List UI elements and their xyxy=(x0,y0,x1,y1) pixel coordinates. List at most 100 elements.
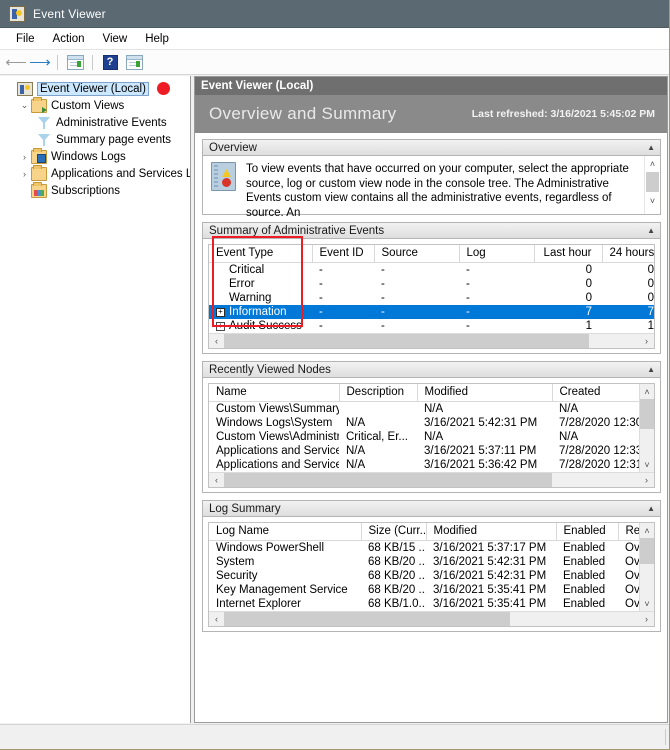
table-row[interactable]: Custom Views\Summary... N/A N/A xyxy=(209,402,654,417)
expand-icon[interactable]: + xyxy=(216,307,225,317)
scroll-left-icon[interactable]: ‹ xyxy=(209,472,224,487)
table-row[interactable]: Security 68 KB/20 ... 3/16/2021 5:42:31 … xyxy=(209,569,654,583)
summary-horizontal-scrollbar[interactable]: ‹ › xyxy=(209,333,654,348)
sidebar-item-applications-and-services-logs[interactable]: › Applications and Services Logs xyxy=(2,164,190,182)
section-title: Log Summary xyxy=(209,502,281,515)
scroll-track[interactable] xyxy=(224,472,639,487)
expand-icon[interactable]: + xyxy=(216,321,225,331)
scroll-down-icon[interactable]: ˅ xyxy=(645,193,660,208)
scroll-track[interactable] xyxy=(639,538,654,596)
section-recently-viewed-header[interactable]: Recently Viewed Nodes ▲ xyxy=(202,361,661,378)
recently-viewed-grid[interactable]: Name Description Modified Created Custom… xyxy=(208,383,655,488)
collapse-icon[interactable]: ▲ xyxy=(647,143,655,152)
chevron-right-icon[interactable]: › xyxy=(18,150,31,163)
column-header-size[interactable]: Size (Curr... xyxy=(361,523,427,541)
column-header-log[interactable]: Log xyxy=(459,245,535,263)
scroll-thumb[interactable] xyxy=(639,399,654,429)
scroll-right-icon[interactable]: › xyxy=(639,472,654,487)
table-row[interactable]: Windows PowerShell 68 KB/15 ... 3/16/202… xyxy=(209,541,654,556)
sidebar-item-label: Subscriptions xyxy=(51,184,121,197)
collapse-icon[interactable]: ▲ xyxy=(647,365,655,374)
table-row[interactable]: Key Management Service 68 KB/20 ... 3/16… xyxy=(209,583,654,597)
scroll-thumb[interactable] xyxy=(224,333,590,348)
table-row[interactable]: Custom Views\Administr... Critical, Er..… xyxy=(209,430,654,444)
sidebar-item-summary-page-events[interactable]: Summary page events xyxy=(2,131,190,148)
sidebar-item-subscriptions[interactable]: › Subscriptions xyxy=(2,181,190,199)
scroll-thumb[interactable] xyxy=(224,611,511,626)
column-header-24-hours[interactable]: 24 hours xyxy=(602,245,654,263)
scroll-down-icon[interactable]: ˅ xyxy=(640,596,655,611)
sidebar-item-event-viewer-local[interactable]: › Event Viewer (Local) xyxy=(2,80,190,97)
cell-enabled: Enabled xyxy=(563,598,606,610)
back-button[interactable]: ⟵ xyxy=(5,52,27,73)
column-header-name[interactable]: Name xyxy=(209,384,340,402)
scroll-left-icon[interactable]: ‹ xyxy=(209,333,224,348)
cell-24-hours: 1 xyxy=(647,320,654,332)
column-header-modified[interactable]: Modified xyxy=(417,384,553,402)
collapse-icon[interactable]: ▲ xyxy=(647,504,655,513)
column-header-event-id[interactable]: Event ID xyxy=(312,245,375,263)
menu-view[interactable]: View xyxy=(94,31,137,47)
table-row[interactable]: System 68 KB/20 ... 3/16/2021 5:42:31 PM… xyxy=(209,555,654,569)
section-log-summary-header[interactable]: Log Summary ▲ xyxy=(202,500,661,517)
cell-log: - xyxy=(466,292,470,304)
cell-last-hour: 0 xyxy=(585,278,592,290)
overview-vertical-scrollbar[interactable]: ˄ ˅ xyxy=(644,156,660,214)
scroll-thumb[interactable] xyxy=(224,472,552,487)
table-row[interactable]: Windows Logs\System N/A 3/16/2021 5:42:3… xyxy=(209,416,654,430)
scroll-up-icon[interactable]: ˄ xyxy=(640,523,655,538)
menu-file[interactable]: File xyxy=(7,31,44,47)
help-button[interactable]: ? xyxy=(99,52,121,73)
recently-viewed-horizontal-scrollbar[interactable]: ‹ › xyxy=(209,472,654,487)
section-summary-header[interactable]: Summary of Administrative Events ▲ xyxy=(202,222,661,239)
scroll-down-icon[interactable]: ˅ xyxy=(640,457,655,472)
collapse-icon[interactable]: ▲ xyxy=(647,226,655,235)
log-summary-vertical-scrollbar[interactable]: ˄ ˅ xyxy=(639,523,654,611)
column-header-log-name[interactable]: Log Name xyxy=(209,523,362,541)
scroll-left-icon[interactable]: ‹ xyxy=(209,611,224,626)
column-header-description[interactable]: Description xyxy=(339,384,418,402)
scroll-thumb[interactable] xyxy=(639,538,654,564)
scroll-track[interactable] xyxy=(224,611,639,626)
console-tree-pane[interactable]: › Event Viewer (Local) ⌄ Custom Views Ad… xyxy=(0,76,191,723)
section-overview-header[interactable]: Overview ▲ xyxy=(202,139,661,156)
log-summary-grid[interactable]: Log Name Size (Curr... Modified Enabled … xyxy=(208,522,655,627)
column-header-last-hour[interactable]: Last hour xyxy=(534,245,603,263)
menu-help[interactable]: Help xyxy=(136,31,178,47)
show-hide-action-pane-button[interactable] xyxy=(123,52,145,73)
menu-action[interactable]: Action xyxy=(44,31,94,47)
scroll-up-icon[interactable]: ˄ xyxy=(640,384,655,399)
scroll-right-icon[interactable]: › xyxy=(639,611,654,626)
table-row[interactable]: + Audit Success - - - 1 1 xyxy=(209,319,654,333)
column-header-enabled[interactable]: Enabled xyxy=(556,523,619,541)
table-row[interactable]: Internet Explorer 68 KB/1.0... 3/16/2021… xyxy=(209,597,654,611)
resize-grip[interactable] xyxy=(665,729,666,745)
show-hide-console-tree-button[interactable] xyxy=(64,52,86,73)
folder-icon xyxy=(31,164,47,181)
action-pane-icon xyxy=(125,54,143,70)
table-row[interactable]: Error - - - 0 0 xyxy=(209,277,654,291)
column-header-source[interactable]: Source xyxy=(374,245,460,263)
cell-24-hours: 0 xyxy=(647,292,654,304)
table-row[interactable]: Applications and Service... N/A 3/16/202… xyxy=(209,458,654,472)
summary-events-grid[interactable]: Event Type Event ID Source Log Last hour… xyxy=(208,244,655,349)
scroll-up-icon[interactable]: ˄ xyxy=(645,156,660,171)
table-row[interactable]: Warning - - - 0 0 xyxy=(209,291,654,305)
recently-viewed-vertical-scrollbar[interactable]: ˄ ˅ xyxy=(639,384,654,472)
log-summary-horizontal-scrollbar[interactable]: ‹ › xyxy=(209,611,654,626)
sidebar-item-windows-logs[interactable]: › Windows Logs xyxy=(2,147,190,165)
sidebar-item-custom-views[interactable]: ⌄ Custom Views xyxy=(2,96,190,114)
scroll-thumb[interactable] xyxy=(646,172,659,192)
table-row[interactable]: Applications and Service... N/A 3/16/202… xyxy=(209,444,654,458)
forward-button[interactable]: ⟶ xyxy=(29,52,51,73)
chevron-right-icon[interactable]: › xyxy=(18,167,31,180)
chevron-down-icon[interactable]: ⌄ xyxy=(18,99,31,112)
sidebar-item-administrative-events[interactable]: Administrative Events xyxy=(2,114,190,131)
column-header-event-type[interactable]: Event Type xyxy=(209,245,313,263)
table-row-selected[interactable]: + Information - - - 7 7 xyxy=(209,305,654,319)
scroll-track[interactable] xyxy=(224,333,639,348)
column-header-modified[interactable]: Modified xyxy=(426,523,557,541)
table-row[interactable]: Critical - - - 0 0 xyxy=(209,263,654,278)
scroll-right-icon[interactable]: › xyxy=(639,333,654,348)
scroll-track[interactable] xyxy=(639,399,654,457)
